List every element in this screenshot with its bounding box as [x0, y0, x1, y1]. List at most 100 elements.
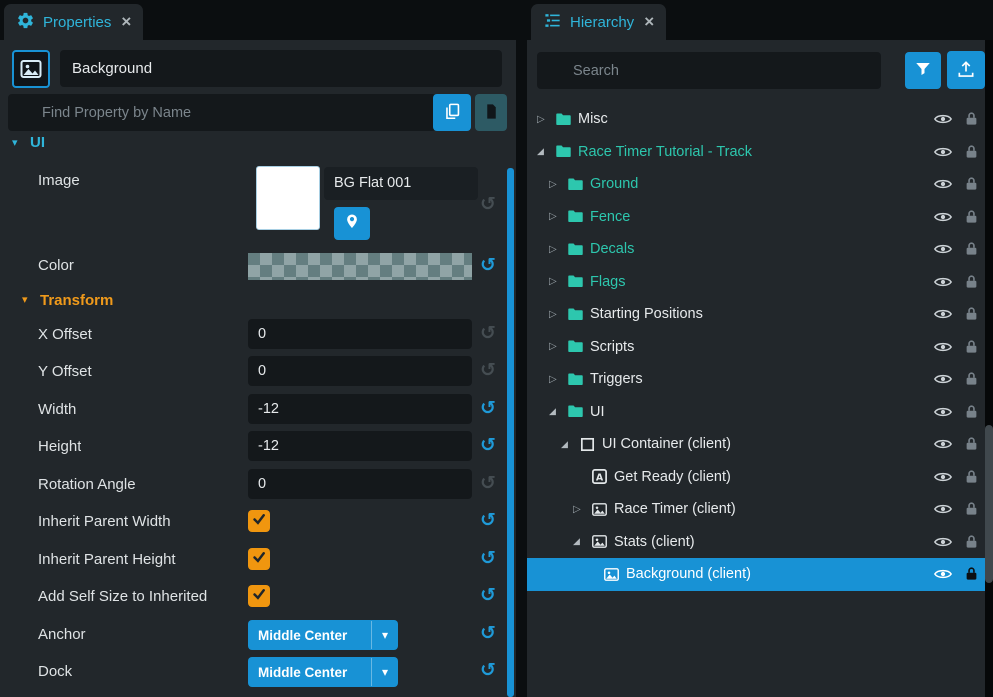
image-asset-field[interactable]: BG Flat 001 — [324, 167, 478, 200]
lock-icon[interactable] — [965, 144, 978, 163]
expand-collapsed-icon[interactable] — [549, 341, 565, 352]
lock-icon[interactable] — [965, 241, 978, 260]
visibility-eye-icon[interactable] — [934, 437, 952, 454]
tree-row-race-timer[interactable]: Race Timer (client) — [527, 493, 993, 526]
add-self-size-reset-button[interactable] — [478, 586, 498, 606]
paste-properties-button[interactable] — [475, 94, 507, 131]
expand-collapsed-icon[interactable] — [549, 276, 565, 287]
lock-icon[interactable] — [965, 534, 978, 553]
lock-icon[interactable] — [965, 306, 978, 325]
tree-row-decals[interactable]: Decals — [527, 233, 993, 266]
rotation-angle-input[interactable] — [248, 469, 472, 499]
hierarchy-scrollbar-thumb[interactable] — [985, 425, 993, 583]
width-reset-button[interactable] — [478, 399, 498, 419]
lock-icon[interactable] — [965, 176, 978, 195]
visibility-eye-icon[interactable] — [934, 145, 952, 162]
tree-row-race-timer-tutorial[interactable]: Race Timer Tutorial - Track — [527, 136, 993, 169]
visibility-eye-icon[interactable] — [934, 242, 952, 259]
section-transform-header[interactable]: Transform — [0, 292, 516, 312]
inherit-parent-width-checkbox[interactable] — [248, 510, 270, 532]
x-offset-input[interactable] — [248, 319, 472, 349]
properties-scrollbar[interactable] — [507, 168, 514, 697]
close-icon[interactable] — [121, 14, 131, 30]
add-self-size-checkbox[interactable] — [248, 585, 270, 607]
height-input[interactable] — [248, 431, 472, 461]
lock-icon[interactable] — [965, 209, 978, 228]
visibility-eye-icon[interactable] — [934, 177, 952, 194]
visibility-eye-icon[interactable] — [934, 502, 952, 519]
visibility-eye-icon[interactable] — [934, 340, 952, 357]
anchor-dropdown[interactable]: Middle Center — [248, 620, 398, 650]
tree-row-triggers[interactable]: Triggers — [527, 363, 993, 396]
visibility-eye-icon[interactable] — [934, 535, 952, 552]
expand-collapsed-icon[interactable] — [537, 114, 553, 125]
expand-expanded-icon[interactable] — [537, 146, 553, 157]
expand-collapsed-icon[interactable] — [549, 211, 565, 222]
tree-row-stats[interactable]: Stats (client) — [527, 526, 993, 559]
dock-dropdown[interactable]: Middle Center — [248, 657, 398, 687]
color-swatch[interactable] — [248, 253, 472, 280]
lock-icon[interactable] — [965, 111, 978, 130]
tree-row-scripts[interactable]: Scripts — [527, 331, 993, 364]
hierarchy-search-input[interactable] — [537, 52, 881, 89]
expand-collapsed-icon[interactable] — [549, 309, 565, 320]
tree-row-fence[interactable]: Fence — [527, 201, 993, 234]
section-ui-header[interactable]: UI — [0, 134, 516, 156]
tab-properties[interactable]: Properties — [4, 4, 143, 40]
x-offset-reset-button[interactable] — [478, 324, 498, 344]
inherit-parent-height-reset-button[interactable] — [478, 549, 498, 569]
tree-row-get-ready[interactable]: Get Ready (client) — [527, 461, 993, 494]
y-offset-input[interactable] — [248, 356, 472, 386]
lock-icon[interactable] — [965, 274, 978, 293]
visibility-eye-icon[interactable] — [934, 307, 952, 324]
expand-collapsed-icon[interactable] — [549, 179, 565, 190]
expand-expanded-icon[interactable] — [573, 536, 589, 547]
tree-row-misc[interactable]: Misc — [527, 103, 993, 136]
dock-reset-button[interactable] — [478, 661, 498, 681]
y-offset-reset-button[interactable] — [478, 361, 498, 381]
expand-expanded-icon[interactable] — [549, 406, 565, 417]
lock-icon[interactable] — [965, 436, 978, 455]
visibility-eye-icon[interactable] — [934, 567, 952, 584]
inherit-parent-height-checkbox[interactable] — [248, 548, 270, 570]
lock-icon[interactable] — [965, 371, 978, 390]
lock-icon[interactable] — [965, 501, 978, 520]
visibility-eye-icon[interactable] — [934, 112, 952, 129]
anchor-reset-button[interactable] — [478, 624, 498, 644]
tree-row-flags[interactable]: Flags — [527, 266, 993, 299]
inherit-parent-width-reset-button[interactable] — [478, 511, 498, 531]
lock-icon[interactable] — [965, 469, 978, 488]
visibility-eye-icon[interactable] — [934, 275, 952, 292]
visibility-eye-icon[interactable] — [934, 405, 952, 422]
visibility-eye-icon[interactable] — [934, 210, 952, 227]
hierarchy-scrollbar-track[interactable] — [985, 40, 993, 697]
copy-properties-button[interactable] — [433, 94, 471, 131]
tree-row-starting-positions[interactable]: Starting Positions — [527, 298, 993, 331]
visibility-eye-icon[interactable] — [934, 470, 952, 487]
visibility-eye-icon[interactable] — [934, 372, 952, 389]
height-reset-button[interactable] — [478, 436, 498, 456]
rotation-angle-reset-button[interactable] — [478, 474, 498, 494]
expand-collapsed-icon[interactable] — [573, 504, 589, 515]
tree-row-ui-container[interactable]: UI Container (client) — [527, 428, 993, 461]
filter-button[interactable] — [905, 52, 941, 89]
image-preview-swatch[interactable] — [256, 166, 320, 230]
lock-icon[interactable] — [965, 339, 978, 358]
width-input[interactable] — [248, 394, 472, 424]
image-reset-button[interactable] — [478, 195, 498, 215]
expand-collapsed-icon[interactable] — [549, 244, 565, 255]
color-reset-button[interactable] — [478, 256, 498, 276]
upload-button[interactable] — [947, 51, 985, 89]
expand-expanded-icon[interactable] — [561, 439, 577, 450]
find-property-input[interactable] — [8, 94, 436, 131]
tree-row-ground[interactable]: Ground — [527, 168, 993, 201]
tree-row-ui[interactable]: UI — [527, 396, 993, 429]
expand-collapsed-icon[interactable] — [549, 374, 565, 385]
lock-icon[interactable] — [965, 566, 978, 585]
close-icon[interactable] — [644, 14, 654, 30]
object-name-input[interactable] — [60, 50, 502, 87]
tab-hierarchy[interactable]: Hierarchy — [531, 4, 666, 40]
tree-row-background-selected[interactable]: Background (client) — [527, 558, 993, 591]
find-asset-button[interactable] — [334, 207, 370, 240]
lock-icon[interactable] — [965, 404, 978, 423]
